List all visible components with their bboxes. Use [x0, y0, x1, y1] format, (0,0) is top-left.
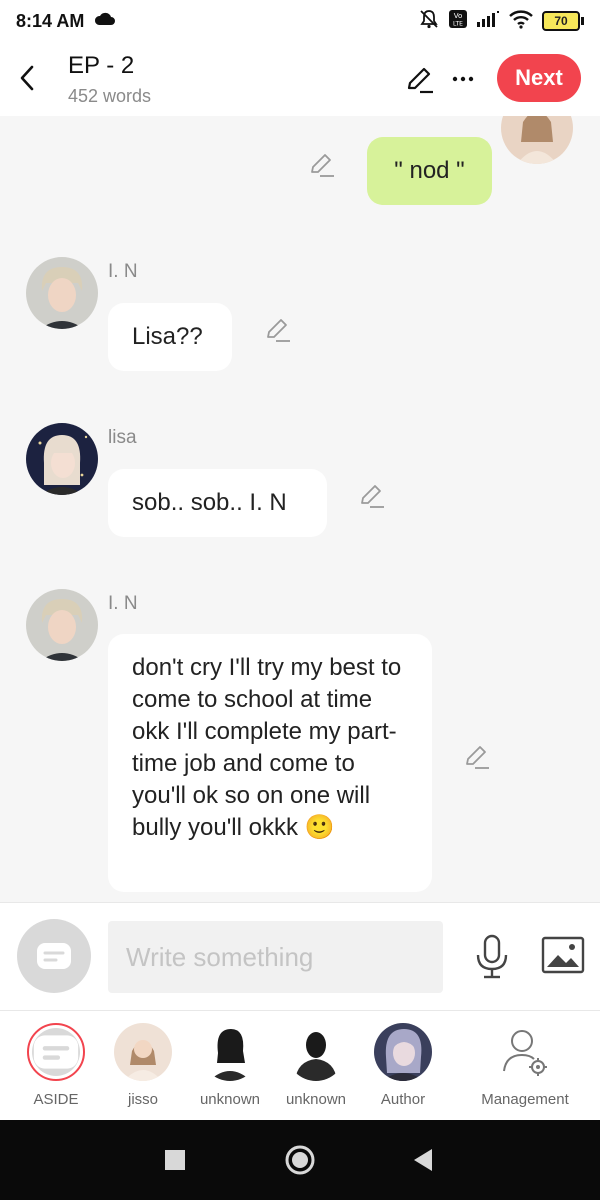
message-input[interactable] — [108, 921, 443, 993]
edit-message-button[interactable] — [264, 315, 292, 343]
battery-level: 70 — [554, 14, 568, 28]
character-author[interactable]: Author — [358, 1023, 448, 1119]
triangle-back-icon — [414, 1149, 432, 1171]
aside-toggle-button[interactable] — [17, 919, 91, 993]
avatar-jisso[interactable] — [501, 116, 573, 164]
status-time: 8:14 AM — [16, 10, 85, 31]
chat-area[interactable]: " nod " I. N Lisa?? lisa sob.. sob.. I. … — [0, 116, 600, 902]
character-label: Management — [481, 1091, 569, 1108]
signal-icon — [476, 10, 500, 33]
battery-icon: 70 — [542, 11, 584, 31]
episode-title: EP - 2 — [68, 52, 135, 79]
more-options-button[interactable] — [448, 64, 478, 94]
chevron-left-icon — [20, 65, 34, 91]
character-management[interactable]: Management — [475, 1023, 575, 1119]
character-jisso[interactable]: jisso — [98, 1023, 188, 1119]
silhouette-avatar-icon — [287, 1023, 345, 1081]
back-button[interactable] — [12, 60, 42, 96]
character-label: unknown — [199, 1091, 261, 1108]
pencil-icon — [267, 319, 290, 342]
character-unknown[interactable]: unknown — [185, 1023, 275, 1119]
svg-text:LTE: LTE — [453, 20, 463, 27]
chat-bubble-icon — [33, 1035, 79, 1069]
avatar-lisa[interactable] — [26, 423, 98, 495]
message-bubble[interactable]: Lisa?? — [108, 303, 232, 371]
character-label: ASIDE — [33, 1091, 79, 1108]
pencil-icon — [407, 67, 433, 94]
composer-bar — [0, 902, 600, 1010]
character-unknown[interactable]: unknown — [271, 1023, 361, 1119]
aside-avatar — [27, 1023, 85, 1081]
wifi-icon — [508, 9, 534, 34]
chat-bubble-icon — [37, 943, 71, 969]
edit-title-button[interactable] — [404, 64, 434, 94]
sender-name: lisa — [108, 427, 137, 448]
image-icon — [541, 936, 585, 974]
status-icons: Vo LTE 70 — [418, 8, 584, 35]
cloud-icon — [94, 12, 116, 31]
character-label: unknown — [285, 1091, 347, 1108]
status-bar: 8:14 AM Vo LTE 70 — [0, 0, 600, 42]
more-icon — [452, 76, 474, 82]
volte-icon: Vo LTE — [448, 9, 468, 34]
character-label: Author — [380, 1091, 426, 1108]
sender-name: I. N — [108, 593, 138, 614]
silhouette-avatar-icon — [201, 1023, 259, 1081]
avatar-i-n[interactable] — [26, 257, 98, 329]
image-button[interactable] — [541, 935, 585, 975]
word-count: 452 words — [68, 86, 152, 106]
square-icon — [165, 1150, 185, 1170]
character-label: jisso — [127, 1091, 158, 1108]
home-button[interactable] — [282, 1142, 318, 1178]
microphone-button[interactable] — [472, 933, 512, 981]
edit-message-button[interactable] — [358, 481, 386, 509]
pencil-icon — [466, 746, 489, 769]
avatar — [374, 1023, 432, 1081]
user-settings-icon — [496, 1023, 554, 1081]
character-aside[interactable]: ASIDE — [11, 1023, 101, 1119]
edit-message-button[interactable] — [308, 150, 336, 178]
pencil-icon — [311, 154, 334, 177]
svg-text:Vo: Vo — [454, 12, 463, 20]
sender-name: I. N — [108, 261, 138, 282]
recent-apps-button[interactable] — [157, 1142, 193, 1178]
microphone-icon — [476, 934, 508, 979]
character-bar: ASIDE jisso unknown unknown Author Manag… — [0, 1010, 600, 1120]
message-bubble[interactable]: " nod " — [367, 137, 492, 205]
header: EP - 2 452 words Next — [0, 42, 600, 116]
mute-notification-icon — [418, 8, 440, 35]
next-button[interactable]: Next — [497, 54, 581, 102]
pencil-icon — [361, 485, 384, 508]
navigation-bar — [0, 1120, 600, 1200]
avatar-i-n[interactable] — [26, 589, 98, 661]
avatar — [114, 1023, 172, 1081]
message-bubble[interactable]: sob.. sob.. I. N — [108, 469, 327, 537]
message-bubble[interactable]: don't cry I'll try my best to come to sc… — [108, 634, 432, 892]
edit-message-button[interactable] — [463, 742, 491, 770]
back-nav-button[interactable] — [405, 1142, 441, 1178]
home-circle-icon — [285, 1145, 315, 1175]
